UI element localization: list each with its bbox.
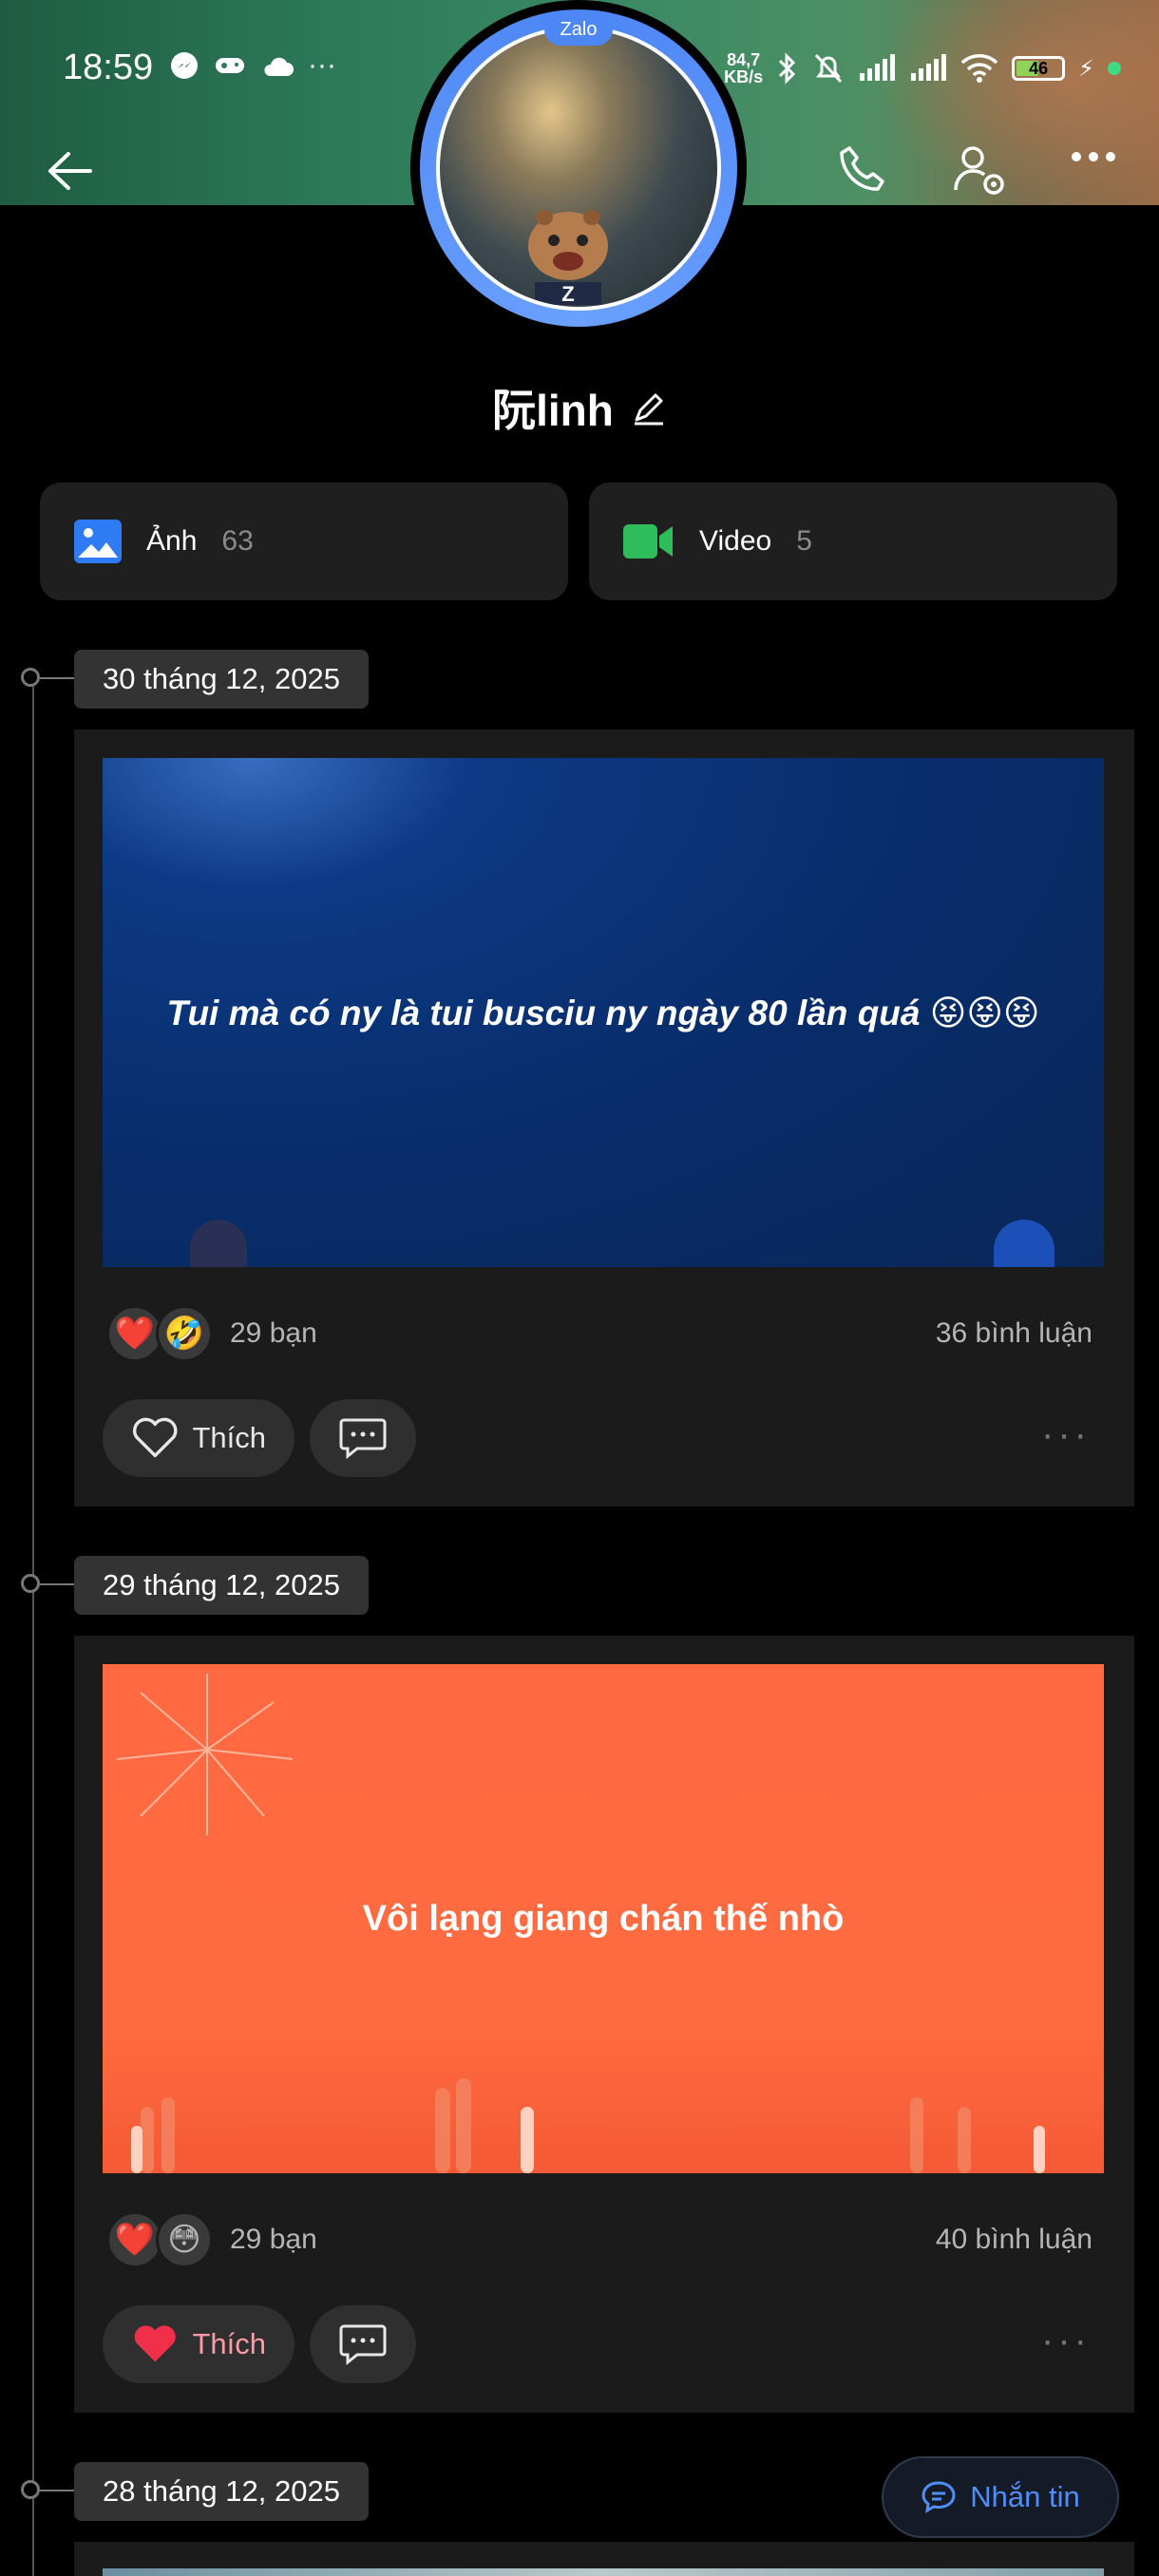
timeline-line: [32, 678, 34, 2576]
avatar-frame: Z: [420, 9, 737, 327]
timeline-connector: [40, 2490, 74, 2491]
timeline-dot: [21, 1574, 40, 1593]
cloud-icon: [264, 57, 294, 76]
network-speed: 84,7 KB/s: [724, 51, 763, 85]
videos-count: 5: [796, 525, 812, 557]
post-more-icon[interactable]: ···: [1041, 1413, 1091, 1456]
comment-button[interactable]: [310, 2305, 416, 2383]
comment-count[interactable]: 36 bình luận: [936, 1317, 1092, 1350]
reaction-count[interactable]: 29 bạn: [230, 2224, 317, 2256]
status-time: 18:59: [63, 47, 153, 88]
post-date-text: 29 tháng 12, 2025: [103, 1568, 340, 1601]
photos-tile[interactable]: Ảnh 63: [40, 483, 568, 600]
notification-icons: ···: [169, 49, 336, 82]
photos-label: Ảnh: [146, 525, 198, 557]
post-banner[interactable]: Tui mà có ny là tui busciu ny ngày 80 lầ…: [103, 758, 1104, 1267]
like-label: Thích: [192, 2327, 266, 2360]
post-date-text: 30 tháng 12, 2025: [103, 662, 340, 695]
timeline-dot: [21, 668, 40, 687]
post-date-text: 28 tháng 12, 2025: [103, 2474, 340, 2508]
reaction-row: ❤️ 😳 29 bạn 40 bình luận: [106, 2202, 1092, 2278]
heart-reaction-icon[interactable]: ❤️: [106, 2211, 163, 2268]
heart-filled-icon: [134, 2325, 176, 2362]
privacy-indicator-dot: [1108, 62, 1121, 75]
message-button[interactable]: Nhắn tin: [882, 2456, 1119, 2538]
svg-text:Z: Z: [561, 282, 574, 305]
surprised-reaction-icon[interactable]: 😳: [156, 2211, 213, 2268]
photos-count: 63: [221, 525, 254, 557]
video-camera-icon: [623, 524, 673, 559]
more-options-icon[interactable]: [1072, 152, 1115, 161]
capybara-sticker-icon: Z: [528, 210, 608, 305]
profile-settings-icon[interactable]: [952, 142, 1009, 199]
like-button[interactable]: Thích: [103, 2305, 294, 2383]
reaction-emoji: ❤️: [114, 1316, 156, 1352]
decor-figure: [994, 1220, 1054, 1267]
mute-bell-icon: [815, 53, 843, 84]
reaction-emoji: 😳: [167, 2222, 201, 2258]
edit-pencil-icon[interactable]: [631, 389, 667, 426]
heart-reaction-icon[interactable]: ❤️: [106, 1305, 163, 1362]
net-speed-unit: KB/s: [724, 67, 764, 86]
like-label: Thích: [192, 1421, 266, 1454]
battery-level: 46: [1029, 58, 1049, 78]
game-controller-icon: [216, 58, 244, 73]
profile-name-row: 阮linh: [0, 376, 1159, 439]
reaction-emoji: ❤️: [114, 2222, 156, 2258]
message-button-label: Nhắn tin: [970, 2480, 1080, 2513]
post-text: Tui mà có ny là tui busciu ny ngày 80 lầ…: [166, 993, 1040, 1032]
timeline-dot: [21, 2480, 40, 2499]
post-text: Vôi lạng giang chán thế nhò: [362, 1898, 845, 1939]
videos-tile[interactable]: Video 5: [589, 483, 1117, 600]
post-date: 29 tháng 12, 2025: [74, 1556, 369, 1615]
crowd-hands-decor-icon: [131, 2078, 1045, 2173]
charging-icon: ⚡: [1078, 55, 1094, 82]
avatar[interactable]: Z: [410, 0, 747, 336]
status-right: 84,7 KB/s 46 ⚡: [724, 49, 1121, 87]
profile-name: 阮linh: [492, 386, 614, 435]
messenger-icon: [171, 52, 198, 79]
reaction-emoji: 🤣: [163, 1316, 205, 1352]
post-date: 30 tháng 12, 2025: [74, 650, 369, 709]
zalo-badge: Zalo: [544, 13, 613, 46]
reaction-count[interactable]: 29 bạn: [230, 1317, 317, 1350]
wifi-icon: [960, 54, 998, 83]
clock: 18:59: [63, 47, 154, 87]
heart-outline-icon: [133, 1417, 178, 1458]
avatar-photo: Z: [436, 26, 721, 311]
comment-count[interactable]: 40 bình luận: [936, 2224, 1092, 2256]
bluetooth-icon: [779, 52, 796, 85]
zalo-badge-label: Zalo: [560, 18, 598, 40]
phone-call-icon[interactable]: [836, 142, 889, 196]
comment-button[interactable]: [310, 1399, 416, 1477]
back-arrow-icon[interactable]: [46, 150, 93, 192]
laugh-reaction-icon[interactable]: 🤣: [156, 1305, 213, 1362]
post-date: 28 tháng 12, 2025: [74, 2462, 369, 2521]
photo-icon: [74, 520, 122, 563]
battery-icon: 46: [1012, 56, 1066, 81]
comment-bubble-icon: [339, 2324, 387, 2366]
comment-bubble-icon: [339, 1418, 387, 1460]
post-more-icon[interactable]: ···: [1041, 2320, 1091, 2362]
videos-label: Video: [699, 525, 772, 557]
like-button[interactable]: Thích: [103, 1399, 294, 1477]
signal-icon: [860, 54, 896, 81]
timeline-connector: [40, 1583, 74, 1585]
post-banner[interactable]: [103, 2568, 1104, 2576]
post-banner[interactable]: Vôi lạng giang chán thế nhò: [103, 1664, 1104, 2173]
net-speed-value: 84,7: [727, 50, 761, 69]
more-notifications-icon: ···: [308, 49, 336, 81]
signal-icon-2: [911, 54, 947, 81]
firework-decor-icon: [116, 1674, 294, 1835]
decor-figure: [190, 1220, 247, 1267]
reaction-row: ❤️ 🤣 29 bạn 36 bình luận: [106, 1296, 1092, 1372]
timeline-connector: [40, 677, 74, 679]
chat-bubble-icon: [922, 2481, 956, 2513]
